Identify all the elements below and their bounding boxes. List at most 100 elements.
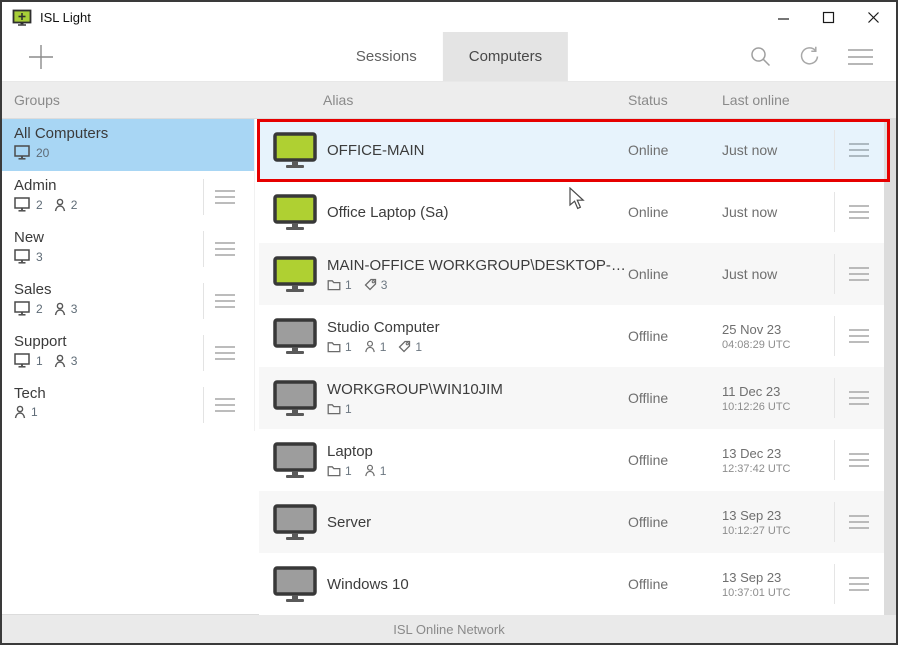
computer-offline-icon [273,318,317,355]
menu-icon[interactable] [847,48,874,66]
divider [834,254,835,294]
row-menu-button[interactable] [834,491,884,553]
sidebar-item-support[interactable]: Support 1 3 [2,327,254,379]
computer-count: 3 [36,250,43,264]
row-menu-button[interactable] [834,367,884,429]
search-icon[interactable] [749,45,772,68]
computer-offline-icon [273,380,317,417]
divider [834,440,835,480]
monitor-icon [14,197,31,212]
hamburger-icon [848,514,870,530]
row-menu-button[interactable] [834,305,884,367]
last-online-time: 12:37:42 UTC [722,463,834,475]
user-count: 3 [71,354,78,368]
folder-icon [327,279,341,291]
row-menu-button[interactable] [834,243,884,305]
group-menu-button[interactable] [214,397,236,413]
computer-row-laptop[interactable]: Laptop 1 1 Offline 13 Dec 23 12:37:42 UT… [259,429,884,491]
last-online-date: 25 Nov 23 [722,322,834,337]
status-bar: ISL Online Network [2,614,896,643]
group-menu-button[interactable] [214,189,236,205]
group-menu-button[interactable] [214,345,236,361]
body: All Computers 20 Admin 2 2 [2,119,896,614]
groups-header: Groups [2,92,259,108]
monitor-icon [14,145,31,160]
folder-icon [327,403,341,415]
computer-row-server[interactable]: Server Offline 13 Sep 23 10:12:27 UTC [259,491,884,553]
tag-count: 3 [381,278,388,292]
computer-count: 2 [36,198,43,212]
last-online-date: 11 Dec 23 [722,384,834,399]
group-name: All Computers [14,125,254,142]
tag-icon [364,278,377,291]
app-window: ISL Light Sessions Computers [0,0,898,645]
user-icon [364,464,376,477]
last-online-time: 10:12:27 UTC [722,525,834,537]
sidebar-item-sales[interactable]: Sales 2 3 [2,275,254,327]
last-online-label: Just now [714,142,834,158]
vertical-scrollbar[interactable] [884,119,896,614]
row-menu-button[interactable] [834,553,884,615]
computer-row-windows10[interactable]: Windows 10 Offline 13 Sep 23 10:37:01 UT… [259,553,884,615]
computer-row-office-laptop[interactable]: Office Laptop (Sa) Online Just now [259,181,884,243]
groups-sidebar: All Computers 20 Admin 2 2 [2,119,259,614]
folder-count: 1 [345,278,352,292]
row-menu-button[interactable] [834,119,884,181]
plus-icon [26,42,56,72]
sidebar-item-all-computers[interactable]: All Computers 20 [2,119,254,171]
refresh-icon[interactable] [798,45,821,68]
computer-row-win10jim[interactable]: WORKGROUP\WIN10JIM 1 Offline 11 Dec 23 1… [259,367,884,429]
user-icon [54,354,66,368]
divider [834,378,835,418]
computer-row-main-office[interactable]: MAIN-OFFICE WORKGROUP\DESKTOP-LN79... 1 … [259,243,884,305]
computer-alias: Studio Computer [327,319,628,336]
computer-online-icon [273,194,317,231]
computer-alias: Office Laptop (Sa) [327,204,628,221]
toolbar: Sessions Computers [2,32,896,82]
computer-alias: Windows 10 [327,576,628,593]
computer-alias: WORKGROUP\WIN10JIM [327,381,628,398]
last-online-column-header: Last online [714,92,834,108]
sidebar-item-admin[interactable]: Admin 2 2 [2,171,254,223]
last-online-date: 13 Dec 23 [722,446,834,461]
hamburger-icon [848,452,870,468]
last-online-label: Just now [714,266,834,282]
tab-sessions[interactable]: Sessions [330,32,443,81]
divider [834,130,835,170]
status-label: Offline [628,514,714,530]
computer-online-icon [273,256,317,293]
close-button[interactable] [851,2,896,32]
status-label: Offline [628,576,714,592]
status-column-header: Status [628,92,714,108]
computer-row-office-main[interactable]: OFFICE-MAIN Online Just now [259,119,884,181]
column-headers: Groups Alias Status Last online [2,82,896,119]
maximize-button[interactable] [806,2,851,32]
computer-row-studio[interactable]: Studio Computer 1 1 1 Offline 25 Nov 23 … [259,305,884,367]
computer-offline-icon [273,504,317,541]
last-online-date: 13 Sep 23 [722,570,834,585]
computer-alias: Laptop [327,443,628,460]
tab-computers[interactable]: Computers [443,32,568,81]
sidebar-item-new[interactable]: New 3 [2,223,254,275]
user-icon [364,340,376,353]
hamburger-icon [848,266,870,282]
group-menu-button[interactable] [214,293,236,309]
monitor-icon [14,353,31,368]
user-icon [54,198,66,212]
hamburger-icon [214,293,236,309]
user-count: 2 [71,198,78,212]
computer-alias: MAIN-OFFICE WORKGROUP\DESKTOP-LN79... [327,257,628,274]
hamburger-icon [848,204,870,220]
hamburger-icon [848,328,870,344]
add-button[interactable] [24,40,58,74]
row-menu-button[interactable] [834,429,884,491]
divider [203,179,204,215]
tag-icon [398,340,411,353]
group-menu-button[interactable] [214,241,236,257]
minimize-button[interactable] [761,2,806,32]
sidebar-item-tech[interactable]: Tech 1 [2,379,254,431]
titlebar: ISL Light [2,2,896,32]
user-count: 1 [380,340,387,354]
computer-count: 20 [36,146,49,160]
row-menu-button[interactable] [834,181,884,243]
